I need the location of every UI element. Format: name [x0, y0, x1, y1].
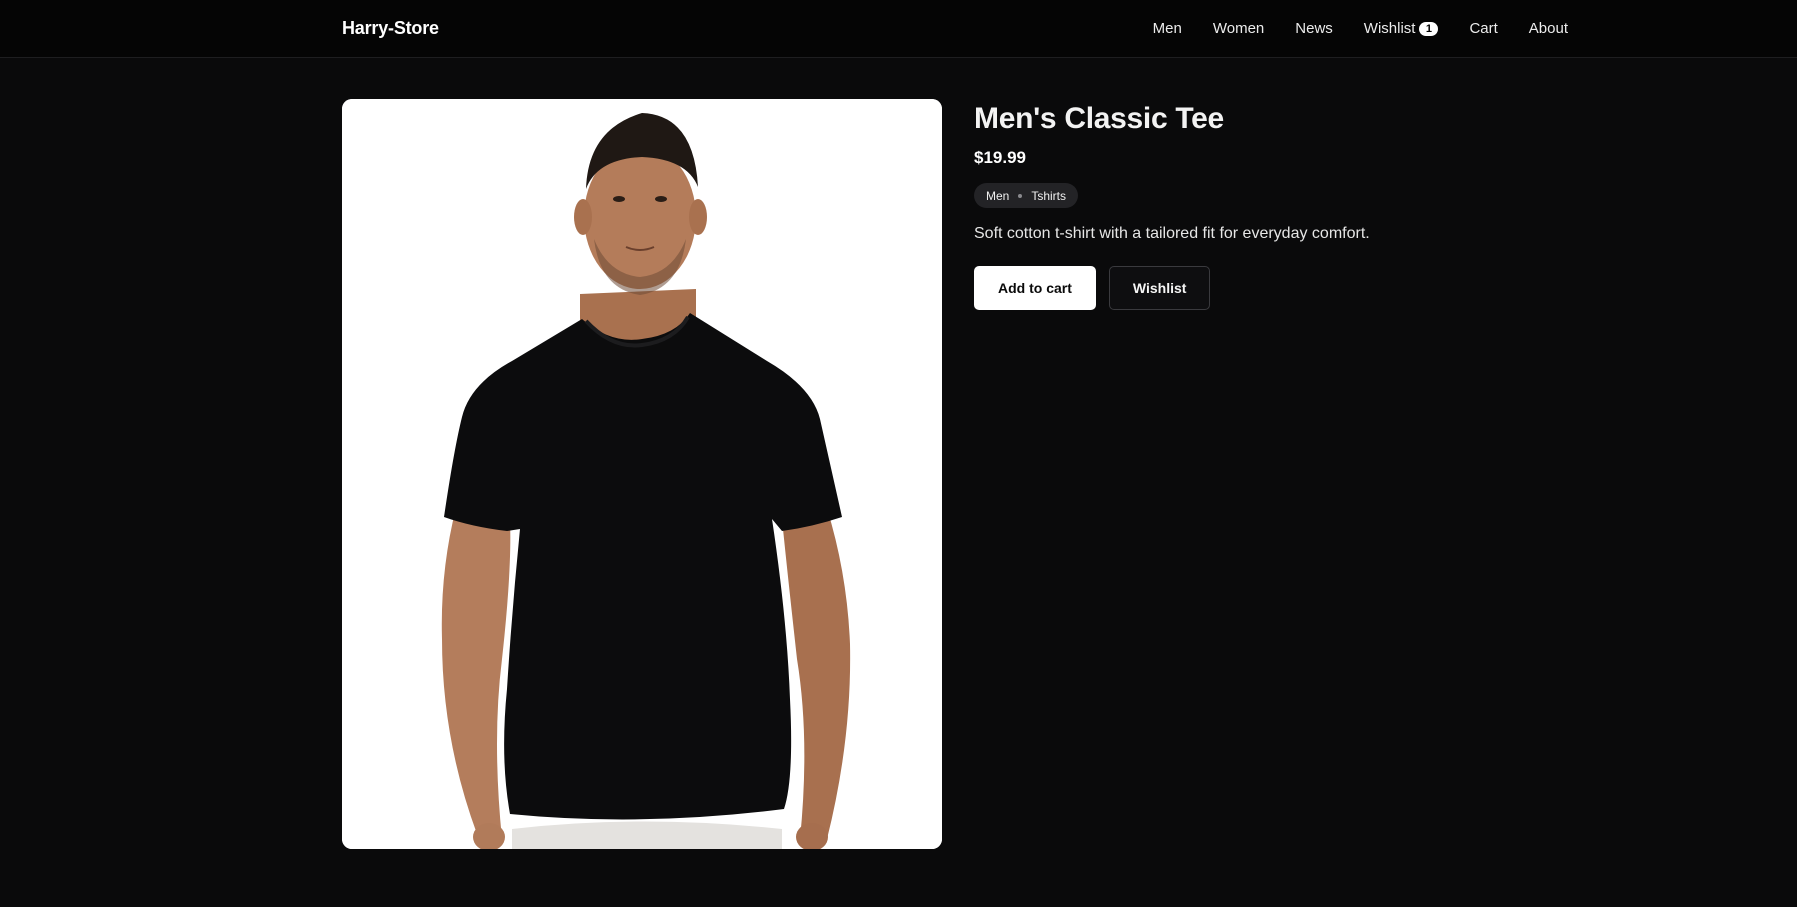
nav-link-wishlist[interactable]: Wishlist 1 [1364, 20, 1439, 37]
tag-gender: Men [986, 188, 1010, 203]
wishlist-count-badge: 1 [1419, 21, 1439, 36]
top-nav-inner: Harry-Store Men Women News Wishlist 1 Ca… [342, 0, 1568, 57]
product-image [342, 99, 942, 849]
nav-link-cart[interactable]: Cart [1469, 20, 1497, 37]
add-to-wishlist-button[interactable]: Wishlist [1108, 266, 1211, 310]
product-tags: Men Tshirts [974, 183, 1079, 208]
product-description: Soft cotton t-shirt with a tailored fit … [974, 225, 1370, 242]
nav-link-news[interactable]: News [1295, 20, 1333, 37]
tag-category: Tshirts [1031, 188, 1067, 203]
nav-link-about[interactable]: About [1529, 20, 1568, 37]
nav-link-wishlist-label: Wishlist [1363, 20, 1416, 37]
product-detail: Men's Classic Tee $19.99 Men Tshirts Sof… [342, 99, 1568, 849]
tag-separator-dot-icon [1018, 193, 1023, 198]
product-title: Men's Classic Tee [974, 102, 1224, 135]
brand-logo-link[interactable]: Harry-Store [342, 18, 439, 39]
nav-link-women[interactable]: Women [1213, 20, 1264, 37]
add-to-cart-button[interactable]: Add to cart [974, 266, 1096, 310]
main-nav: Men Women News Wishlist 1 Cart About [1153, 20, 1568, 37]
nav-link-men[interactable]: Men [1153, 20, 1182, 37]
product-price: $19.99 [974, 148, 1026, 167]
product-photo-illustration [342, 99, 942, 849]
product-info: Men's Classic Tee $19.99 Men Tshirts Sof… [974, 99, 1370, 849]
top-nav-bar: Harry-Store Men Women News Wishlist 1 Ca… [0, 0, 1797, 58]
product-actions: Add to cart Wishlist [974, 266, 1370, 310]
